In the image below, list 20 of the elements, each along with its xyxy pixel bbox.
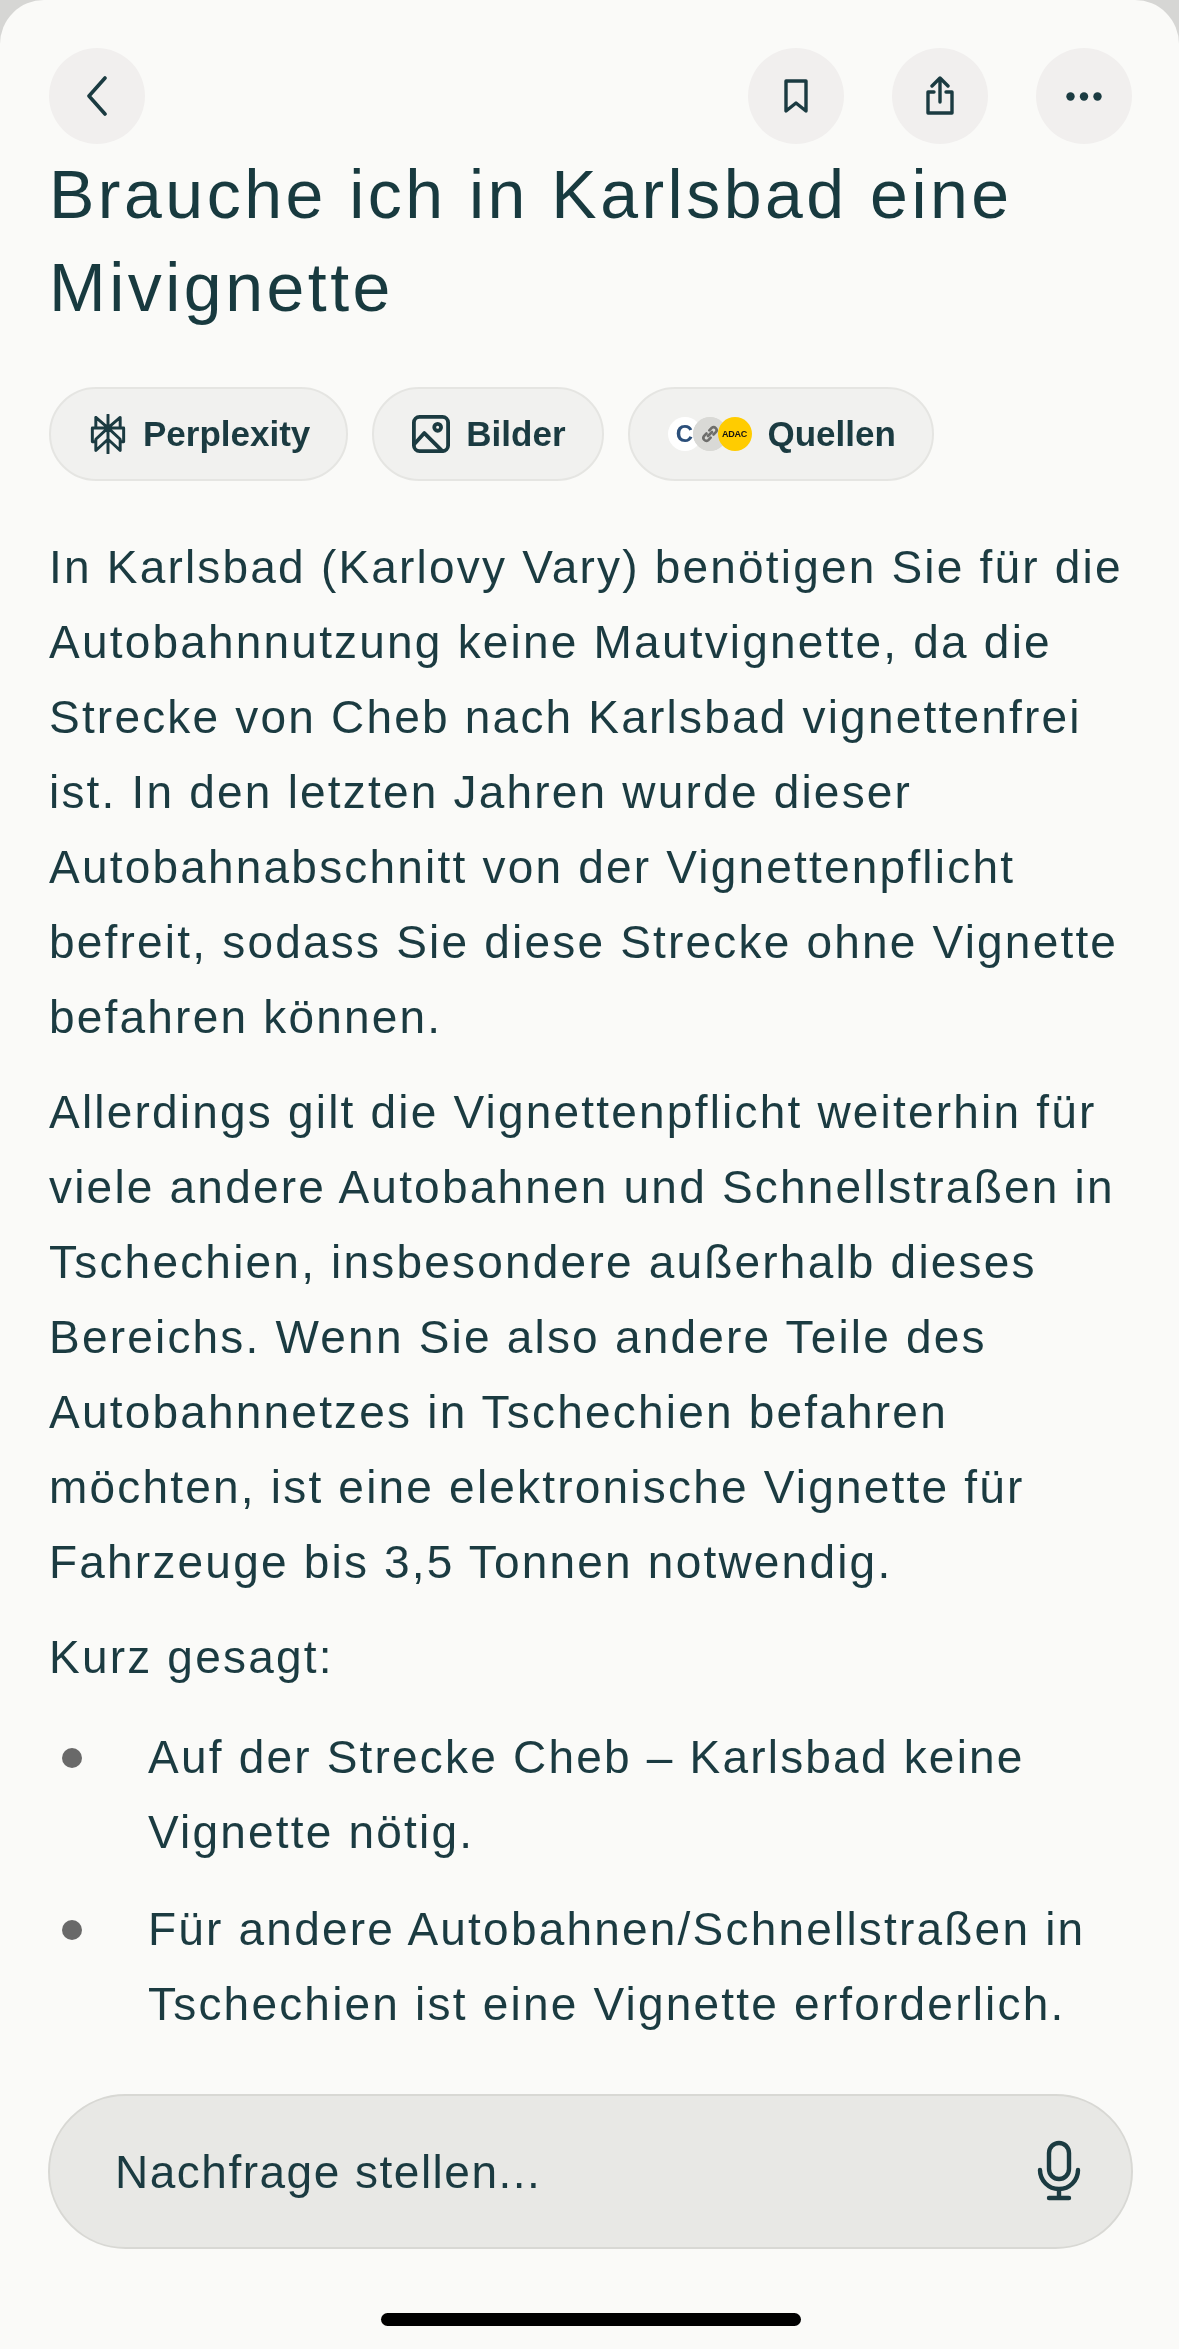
bullet-dot [62,1748,82,1768]
answer-chip[interactable]: Perplexity [49,387,349,481]
logo-icon [89,414,127,454]
question-title: Brauche ich in Karlsbad eine Mivignette [49,155,1014,327]
chevron-left-icon [86,76,108,116]
image-icon [412,415,451,453]
microphone-icon[interactable] [1035,2140,1083,2202]
answer-paragraph: In Karlsbad (Karlovy Vary) benötigen Sie für die Autobahnnutzung keine Mautvignette, da die Strecke von Cheb nach Karlsbad vignettenfrei ist. In den letzten Jahren wurde dieser Autobahnabschnitt von der Vignettenpflicht befreit, sodass Sie diese Strecke ohne Vignette befahren können. [49,540,1124,1045]
bullet-dot [62,1920,82,1940]
answer-paragraph: Allerdings gilt die Vignettenpflicht weiterhin für viele andere Autobahnen und Schnellstraßen in Tschechien, insbesondere außerhalb dieses Bereichs. Wenn Sie also andere Teile des Autobahnnetzes in Tschechien befahren möchten, ist eine elektronische Vignette für Fahrzeuge bis 3,5 Tonnen notwendig. [49,1085,1116,1590]
bullet-text: Auf der Strecke Cheb – Karlsbad keine Vignette nötig. [148,1730,1026,1860]
images-chip[interactable]: Bilder [372,387,604,481]
source-logo: ADAC [717,417,752,451]
more-icon [1066,91,1102,101]
follow-up-field[interactable]: Nachfrage stellen... [48,2094,1133,2249]
summary-intro: Kurz gesagt: [49,1630,335,1685]
sources-chip[interactable]: C ADAC Quellen [627,387,934,481]
share-icon [924,76,956,116]
bookmark-icon [783,78,809,114]
bullet-text: Für andere Autobahnen/Schnellstraßen in Tschechien ist eine Vignette erforderlich. [148,1902,1087,2032]
